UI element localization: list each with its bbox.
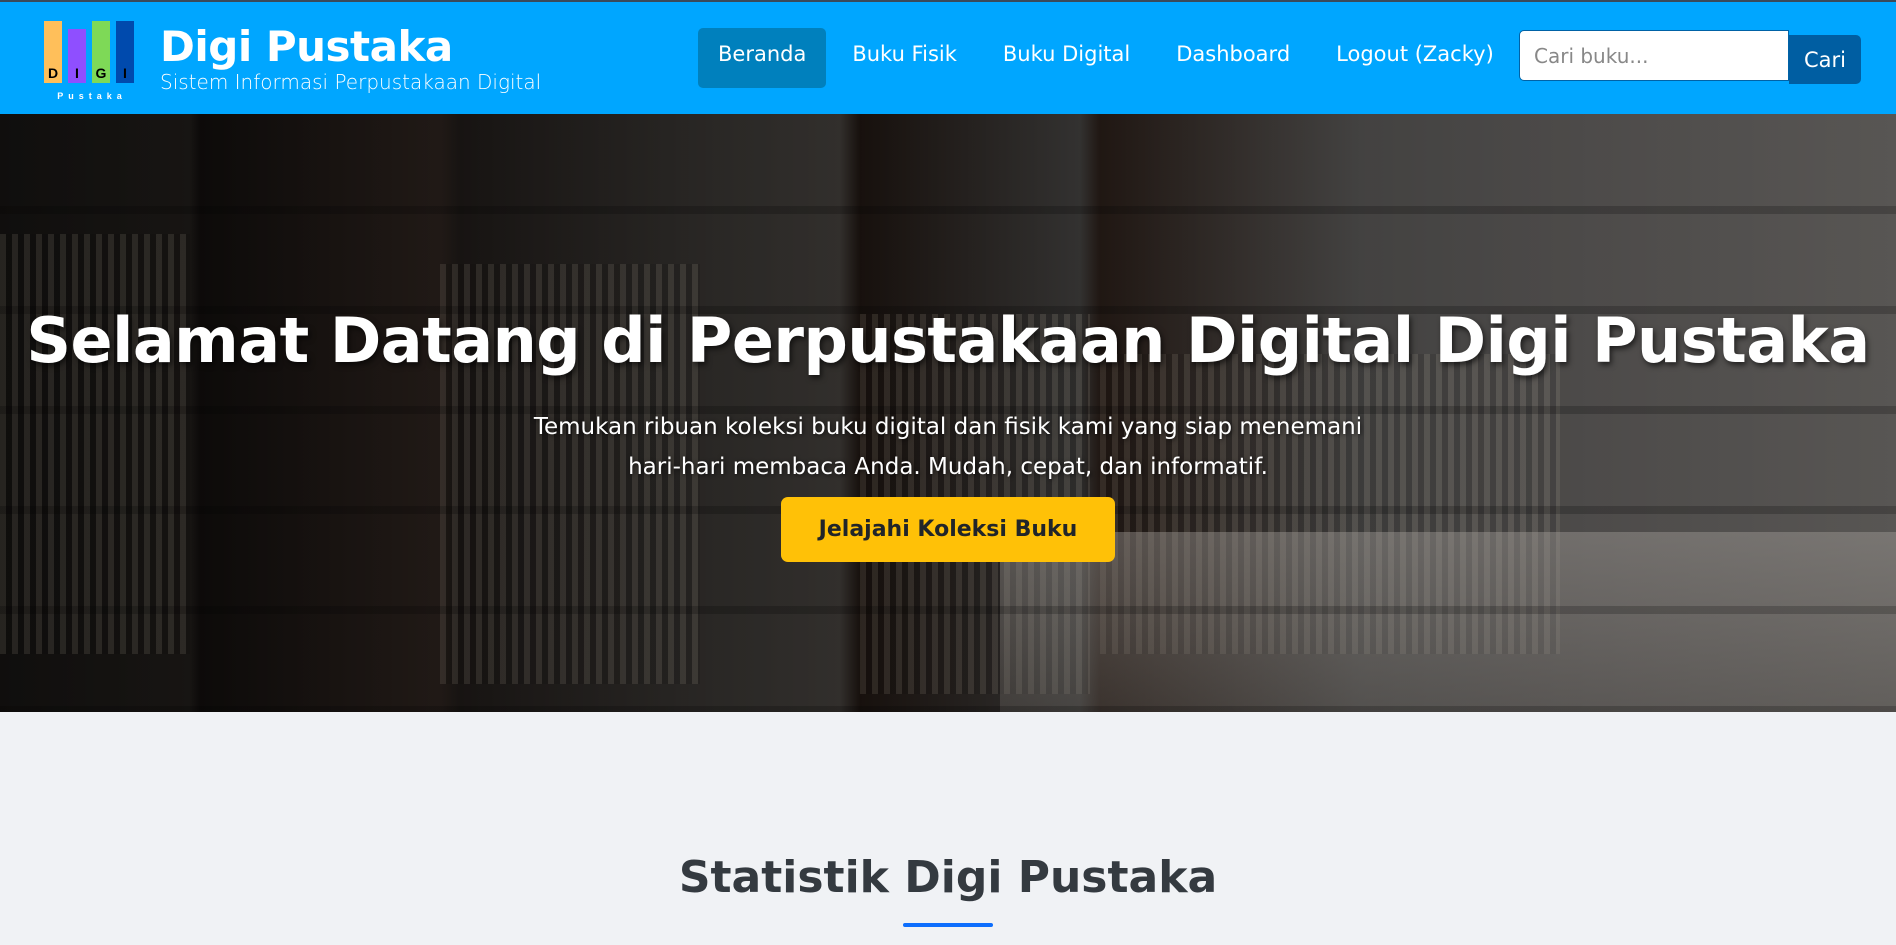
logo-bar: I [68, 29, 86, 83]
logo-bar: G [92, 21, 110, 83]
stats-section: Statistik Digi Pustaka [0, 852, 1896, 927]
search-button[interactable]: Cari [1789, 35, 1861, 84]
search-form: Cari [1519, 30, 1861, 84]
hero-text: Temukan ribuan koleksi buku digital dan … [533, 414, 1363, 480]
logo-bar: I [116, 21, 134, 83]
nav-logout[interactable]: Logout (Zacky) [1316, 28, 1514, 88]
nav-dashboard[interactable]: Dashboard [1156, 28, 1310, 88]
nav-buku-fisik[interactable]: Buku Fisik [832, 28, 977, 88]
logo-subtext: Pustaka [57, 91, 127, 101]
stats-title: Statistik Digi Pustaka [678, 852, 1218, 903]
nav-menu: Beranda Buku Fisik Buku Digital Dashboar… [698, 28, 1514, 88]
explore-books-button[interactable]: Jelajahi Koleksi Buku [780, 497, 1116, 562]
nav-beranda[interactable]: Beranda [698, 28, 827, 88]
navbar: D I G I Pustaka Digi Pustaka Sistem Info… [0, 2, 1896, 114]
nav-buku-digital[interactable]: Buku Digital [983, 28, 1150, 88]
title-underline [903, 923, 993, 927]
hero-banner: Selamat Datang di Perpustakaan Digital D… [0, 114, 1896, 712]
brand-subtitle: Sistem Informasi Perpustakaan Digital [160, 70, 542, 94]
search-input[interactable] [1519, 30, 1789, 81]
hero-title: Selamat Datang di Perpustakaan Digital D… [26, 304, 1870, 377]
logo[interactable]: D I G I Pustaka [44, 21, 140, 101]
brand-title: Digi Pustaka [160, 22, 453, 71]
brand[interactable]: Digi Pustaka Sistem Informasi Perpustaka… [160, 22, 542, 95]
logo-bar: D [44, 21, 62, 83]
